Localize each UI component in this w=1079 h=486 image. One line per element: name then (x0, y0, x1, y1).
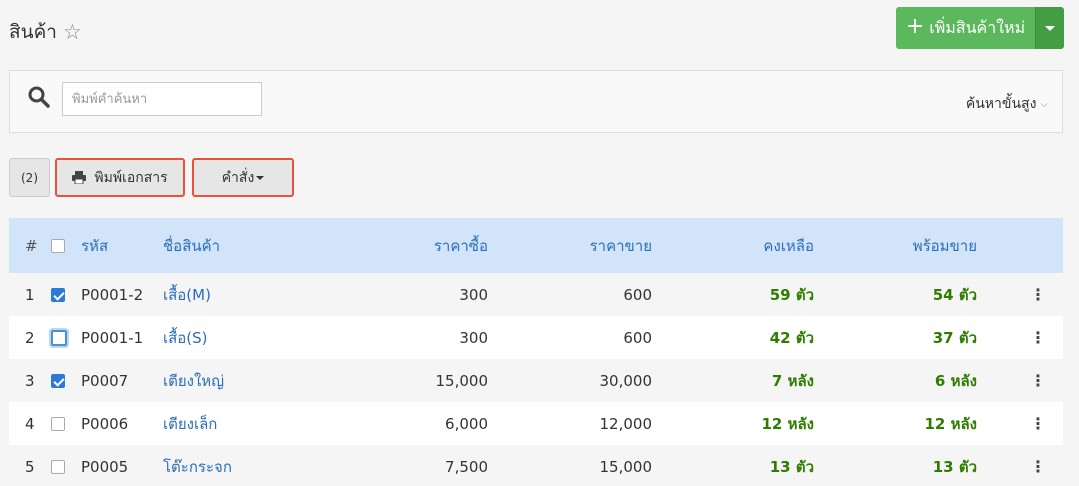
row-checkbox-cell (41, 316, 81, 359)
more-vertical-icon[interactable]: ⋮ (1030, 415, 1046, 432)
header-index: # (25, 236, 38, 255)
select-all-checkbox[interactable] (51, 239, 65, 253)
search-panel: ค้นหาขั้นสูง ⌵ (9, 70, 1063, 133)
search-icon[interactable] (27, 85, 51, 109)
row-code: P0001-1 (81, 328, 144, 347)
table-row[interactable]: 1 P0001-2 เสื้อ(M) 300 600 59 ตัว 54 ตัว… (9, 273, 1063, 316)
table-row[interactable]: 4 P0006 เตียงเล็ก 6,000 12,000 12 หลัง 1… (9, 402, 1063, 445)
caret-down-icon (1045, 25, 1055, 31)
row-sell-price: 30,000 (599, 371, 653, 390)
row-name-link[interactable]: เตียงใหญ่ (163, 359, 313, 402)
row-checkbox[interactable] (51, 460, 65, 474)
star-outline-icon[interactable]: ☆ (63, 21, 82, 43)
page-title: สินค้า (9, 21, 57, 43)
search-input[interactable] (62, 82, 262, 116)
row-stock: 13 ตัว (769, 457, 814, 476)
row-checkbox[interactable] (51, 330, 67, 346)
header-buy-price[interactable]: ราคาซื้อ (313, 218, 488, 273)
row-actions-cell: ⋮ (977, 402, 1063, 445)
add-product-button-group: + เพิ่มสินค้าใหม่ (896, 7, 1064, 49)
add-product-dropdown-toggle[interactable] (1035, 7, 1064, 49)
row-stock: 12 หลัง (761, 414, 815, 433)
chevron-down-icon: ⌵ (1040, 98, 1048, 110)
row-index: 4 (25, 414, 35, 433)
command-dropdown-button[interactable]: คำสั่ง (192, 158, 294, 197)
command-label: คำสั่ง (221, 169, 255, 186)
header-actions (977, 218, 1063, 273)
printer-icon (72, 171, 87, 184)
row-actions-cell: ⋮ (977, 359, 1063, 402)
row-index: 5 (25, 457, 35, 476)
print-document-button[interactable]: พิมพ์เอกสาร (55, 158, 185, 197)
header-name[interactable]: ชื่อสินค้า (163, 218, 313, 273)
row-name-link[interactable]: เตียงเล็ก (163, 402, 313, 445)
row-code: P0007 (81, 371, 129, 390)
table-row[interactable]: 2 P0001-1 เสื้อ(S) 300 600 42 ตัว 37 ตัว… (9, 316, 1063, 359)
row-buy-price: 300 (459, 328, 488, 347)
row-actions-cell: ⋮ (977, 316, 1063, 359)
header-stock[interactable]: คงเหลือ (652, 218, 814, 273)
row-ready: 6 หลัง (934, 371, 977, 390)
row-buy-price: 7,500 (445, 457, 488, 476)
row-code: P0006 (81, 414, 129, 433)
row-checkbox[interactable] (51, 288, 65, 302)
table-header-row: # รหัส ชื่อสินค้า ราคาซื้อ ราคาขาย คงเหล… (9, 218, 1063, 273)
row-buy-price: 300 (459, 285, 488, 304)
row-checkbox[interactable] (51, 417, 65, 431)
row-index: 1 (25, 285, 35, 304)
row-ready: 12 หลัง (924, 414, 978, 433)
row-checkbox-cell (41, 402, 81, 445)
row-ready: 54 ตัว (932, 285, 977, 304)
header-select-all (41, 218, 81, 273)
plus-icon: + (905, 14, 925, 39)
caret-down-icon (256, 175, 265, 180)
advanced-search-label: ค้นหาขั้นสูง (965, 96, 1037, 112)
row-name-link[interactable]: เสื้อ(S) (163, 316, 313, 359)
more-vertical-icon[interactable]: ⋮ (1030, 286, 1046, 303)
row-actions-cell: ⋮ (977, 445, 1063, 486)
row-name-link[interactable]: เสื้อ(M) (163, 273, 313, 316)
row-code: P0005 (81, 457, 129, 476)
print-document-label: พิมพ์เอกสาร (94, 169, 168, 186)
row-stock: 42 ตัว (769, 328, 814, 347)
row-sell-price: 600 (623, 328, 652, 347)
row-sell-price: 600 (623, 285, 652, 304)
row-ready: 13 ตัว (932, 457, 977, 476)
row-index: 2 (25, 328, 35, 347)
row-checkbox-cell (41, 273, 81, 316)
row-checkbox-cell (41, 445, 81, 486)
table-row[interactable]: 5 P0005 โต๊ะกระจก 7,500 15,000 13 ตัว 13… (9, 445, 1063, 486)
selected-count-button[interactable]: (2) (9, 158, 50, 197)
row-index: 3 (25, 371, 35, 390)
add-product-button[interactable]: + เพิ่มสินค้าใหม่ (896, 7, 1035, 49)
row-stock: 7 หลัง (771, 371, 814, 390)
advanced-search-toggle[interactable]: ค้นหาขั้นสูง ⌵ (966, 93, 1048, 115)
products-table: # รหัส ชื่อสินค้า ราคาซื้อ ราคาขาย คงเหล… (9, 218, 1063, 486)
more-vertical-icon[interactable]: ⋮ (1030, 458, 1046, 475)
table-row[interactable]: 3 P0007 เตียงใหญ่ 15,000 30,000 7 หลัง 6… (9, 359, 1063, 402)
row-buy-price: 6,000 (445, 414, 488, 433)
row-actions-cell: ⋮ (977, 273, 1063, 316)
row-stock: 59 ตัว (769, 285, 814, 304)
row-ready: 37 ตัว (932, 328, 977, 347)
more-vertical-icon[interactable]: ⋮ (1030, 329, 1046, 346)
row-checkbox[interactable] (51, 374, 65, 388)
row-buy-price: 15,000 (435, 371, 489, 390)
header-code[interactable]: รหัส (81, 218, 163, 273)
more-vertical-icon[interactable]: ⋮ (1030, 372, 1046, 389)
row-name-link[interactable]: โต๊ะกระจก (163, 445, 313, 486)
row-sell-price: 15,000 (599, 457, 653, 476)
page-title-wrap: สินค้า ☆ (9, 17, 82, 47)
header-ready[interactable]: พร้อมขาย (814, 218, 977, 273)
selected-count: (2) (21, 170, 38, 185)
row-checkbox-cell (41, 359, 81, 402)
row-sell-price: 12,000 (599, 414, 653, 433)
row-code: P0001-2 (81, 285, 144, 304)
header-sell-price[interactable]: ราคาขาย (488, 218, 652, 273)
add-product-label: เพิ่มสินค้าใหม่ (929, 17, 1026, 37)
